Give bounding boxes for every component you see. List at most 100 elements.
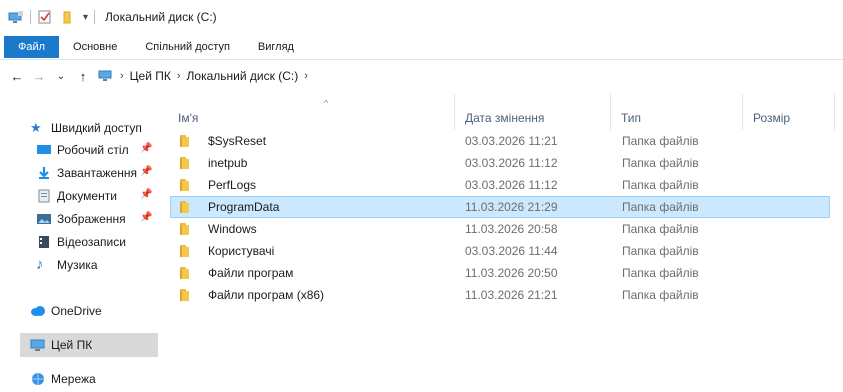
sidebar-item-network[interactable]: Мережа	[30, 367, 158, 391]
folder-icon	[180, 179, 194, 191]
file-type: Папка файлів	[622, 288, 699, 302]
divider[interactable]	[742, 94, 743, 130]
file-type: Папка файлів	[622, 156, 699, 170]
folder-icon	[180, 157, 194, 169]
column-header-date[interactable]: Дата змінення	[465, 96, 615, 130]
table-row[interactable]: Користувачі 03.03.2026 11:44 Папка файлі…	[170, 240, 830, 262]
recent-locations-button[interactable]: ⌄	[50, 65, 72, 87]
chevron-right-icon[interactable]: ›	[177, 70, 181, 82]
file-type: Папка файлів	[622, 178, 699, 192]
chevron-right-icon[interactable]: ›	[120, 70, 124, 82]
table-row[interactable]: Файли програм (x86) 11.03.2026 21:21 Пап…	[170, 284, 830, 306]
column-label: Ім'я	[178, 111, 199, 125]
tab-view[interactable]: Вигляд	[244, 36, 308, 58]
file-date: 03.03.2026 11:12	[465, 178, 558, 192]
sidebar-item-label: Документи	[57, 189, 117, 203]
file-date: 03.03.2026 11:21	[465, 134, 558, 148]
divider	[94, 10, 96, 24]
divider	[30, 10, 31, 24]
sidebar-item-music[interactable]: ♪ Музика	[36, 253, 158, 277]
sidebar-item-label: Швидкий доступ	[51, 121, 142, 135]
pin-icon[interactable]: 📌	[140, 189, 152, 201]
back-button[interactable]: ←	[6, 65, 28, 87]
sidebar-item-downloads[interactable]: Завантаження 📌	[36, 161, 158, 185]
file-date: 11.03.2026 21:29	[465, 200, 558, 214]
network-icon	[30, 372, 46, 386]
sidebar-item-onedrive[interactable]: OneDrive	[30, 299, 158, 323]
column-header-name[interactable]: ^ Ім'я	[178, 96, 458, 130]
folder-icon	[180, 289, 194, 301]
sidebar-item-videos[interactable]: Відеозаписи	[36, 230, 158, 254]
table-row[interactable]: inetpub 03.03.2026 11:12 Папка файлів	[170, 152, 830, 174]
table-row[interactable]: $SysReset 03.03.2026 11:21 Папка файлів	[170, 130, 830, 152]
sort-up-icon: ^	[324, 98, 329, 108]
music-icon: ♪	[36, 256, 44, 273]
breadcrumb-this-pc[interactable]: Цей ПК	[130, 69, 171, 83]
sidebar-item-label: Завантаження	[57, 166, 137, 180]
downloads-icon	[36, 166, 52, 180]
column-label: Тип	[621, 111, 642, 125]
tab-file[interactable]: Файл	[4, 35, 60, 58]
file-date: 03.03.2026 11:44	[465, 244, 558, 258]
breadcrumb[interactable]: › Цей ПК › Локальний диск (C:) ›	[98, 69, 314, 83]
address-row: ← → ⌄ ↑ › Цей ПК › Локальний диск (C:) ›	[0, 62, 843, 90]
column-header-size[interactable]: Розмір	[753, 96, 833, 130]
sidebar-item-this-pc[interactable]: Цей ПК	[20, 333, 158, 357]
file-type: Папка файлів	[622, 134, 699, 148]
pin-icon[interactable]: 📌	[140, 143, 152, 155]
properties-icon[interactable]	[37, 9, 53, 25]
tab-share[interactable]: Спільний доступ	[131, 36, 244, 58]
file-date: 11.03.2026 20:58	[465, 222, 558, 236]
folder-icon	[180, 267, 194, 279]
customize-toolbar-icon[interactable]: ▾	[83, 12, 88, 23]
file-type: Папка файлів	[622, 200, 699, 214]
table-row[interactable]: Windows 11.03.2026 20:58 Папка файлів	[170, 218, 830, 240]
divider[interactable]	[610, 94, 611, 130]
sidebar-item-label: Робочий стіл	[57, 143, 129, 157]
this-pc-icon[interactable]	[8, 9, 24, 25]
sidebar-item-label: Цей ПК	[51, 338, 93, 352]
sidebar-item-label: OneDrive	[51, 304, 102, 318]
sidebar-item-pictures[interactable]: Зображення 📌	[36, 207, 158, 231]
sidebar-item-label: Відеозаписи	[57, 235, 126, 249]
folder-icon	[180, 135, 194, 147]
forward-button[interactable]: →	[28, 65, 50, 87]
sidebar-item-label: Мережа	[51, 372, 96, 386]
file-type: Папка файлів	[622, 244, 699, 258]
divider[interactable]	[454, 94, 455, 130]
file-list: ^ Ім'я Дата змінення Тип Розмір $SysRese…	[168, 90, 843, 392]
new-folder-icon[interactable]	[61, 9, 77, 25]
cloud-icon	[30, 304, 46, 318]
tab-home[interactable]: Основне	[59, 36, 131, 58]
pin-icon[interactable]: 📌	[140, 166, 152, 178]
sidebar-item-quick-access[interactable]: ★ Швидкий доступ	[30, 116, 158, 140]
window-title: Локальний диск (C:)	[105, 10, 217, 24]
folder-icon	[180, 223, 194, 235]
divider[interactable]	[834, 94, 835, 130]
sidebar-item-documents[interactable]: Документи 📌	[36, 184, 158, 208]
star-icon: ★	[30, 120, 42, 135]
breadcrumb-local-disk[interactable]: Локальний диск (C:)	[187, 69, 299, 83]
sidebar-item-label: Зображення	[57, 212, 126, 226]
table-row[interactable]: Файли програм 11.03.2026 20:50 Папка фай…	[170, 262, 830, 284]
file-name: PerfLogs	[208, 178, 257, 192]
file-type: Папка файлів	[622, 222, 699, 236]
desktop-icon	[36, 143, 52, 157]
up-button[interactable]: ↑	[72, 65, 94, 87]
pictures-icon	[36, 212, 52, 226]
this-pc-icon	[98, 70, 114, 82]
sidebar-item-label: Музика	[57, 258, 98, 272]
chevron-right-icon[interactable]: ›	[304, 70, 308, 82]
pin-icon[interactable]: 📌	[140, 212, 152, 224]
quick-access-toolbar: ▾	[8, 7, 101, 27]
table-row-selected[interactable]: ProgramData 11.03.2026 21:29 Папка файлі…	[170, 196, 830, 218]
folder-icon	[180, 201, 194, 213]
file-date: 11.03.2026 20:50	[465, 266, 558, 280]
title-bar: ▾ Локальний диск (C:)	[0, 0, 843, 34]
column-label: Дата змінення	[465, 111, 545, 125]
column-label: Розмір	[753, 111, 791, 125]
sidebar-item-desktop[interactable]: Робочий стіл 📌	[36, 138, 158, 162]
column-header-type[interactable]: Тип	[621, 96, 741, 130]
table-row[interactable]: PerfLogs 03.03.2026 11:12 Папка файлів	[170, 174, 830, 196]
file-name: ProgramData	[208, 200, 280, 214]
